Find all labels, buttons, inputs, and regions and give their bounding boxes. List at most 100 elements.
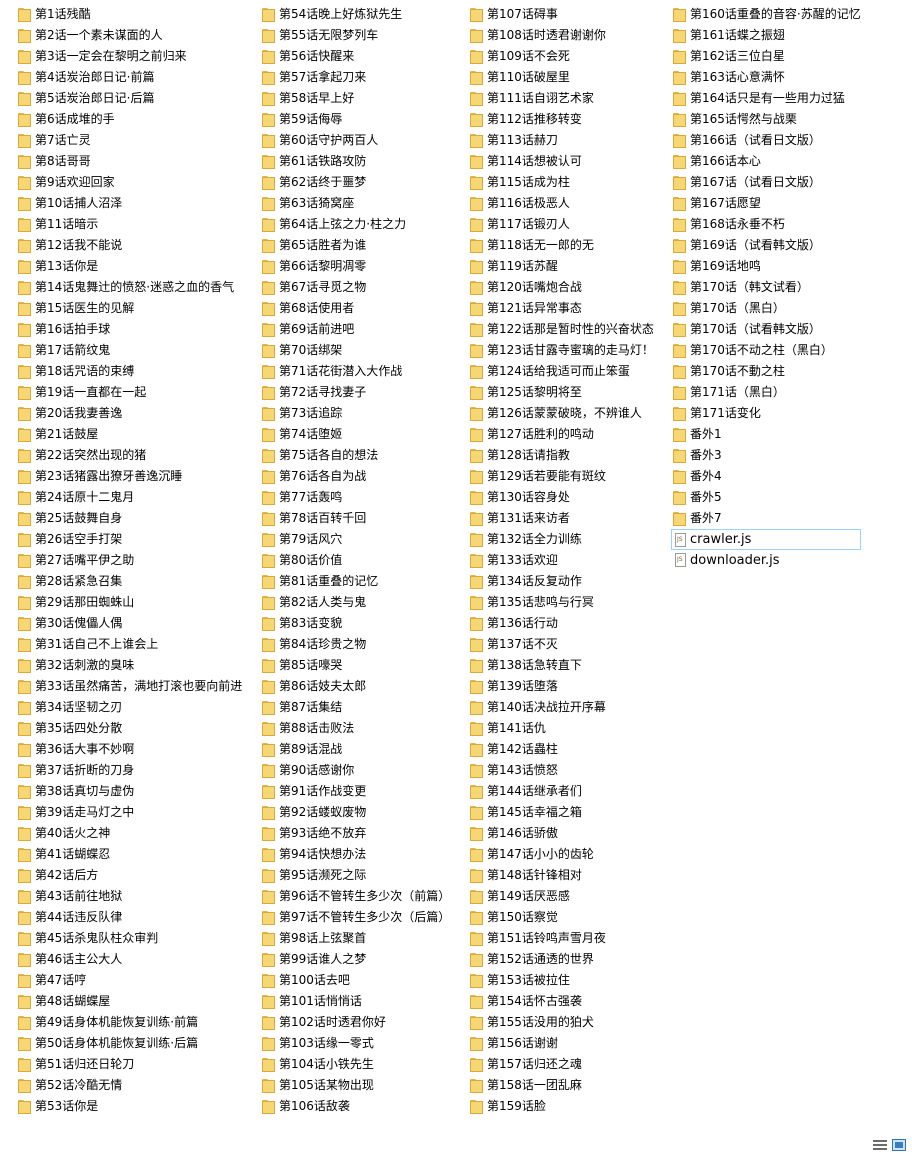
folder-item[interactable]: 第64话上弦之力·柱之力: [262, 214, 450, 235]
large-icons-view-icon[interactable]: [892, 1139, 906, 1151]
folder-item[interactable]: 第33话虽然痛苦，满地打滚也要向前进: [18, 676, 242, 697]
folder-item[interactable]: 第22话突然出现的猪: [18, 445, 242, 466]
folder-item[interactable]: 第41话蝴蝶忍: [18, 844, 242, 865]
folder-item[interactable]: 第17话箭纹鬼: [18, 340, 242, 361]
folder-item[interactable]: 第106话敌袭: [262, 1096, 450, 1117]
folder-item[interactable]: 第160话重叠的音容·苏醒的记忆: [673, 4, 861, 25]
folder-item[interactable]: 第66话黎明凋零: [262, 256, 450, 277]
folder-item[interactable]: 第37话折断的刀身: [18, 760, 242, 781]
folder-item[interactable]: 第88话击败法: [262, 718, 450, 739]
folder-item[interactable]: 第72话寻找妻子: [262, 382, 450, 403]
folder-item[interactable]: 第65话胜者为谁: [262, 235, 450, 256]
folder-item[interactable]: 第84话珍贵之物: [262, 634, 450, 655]
folder-item[interactable]: 第63话猗窝座: [262, 193, 450, 214]
folder-item[interactable]: 第44话违反队律: [18, 907, 242, 928]
folder-item[interactable]: 第120话嘴炮合战: [470, 277, 654, 298]
folder-item[interactable]: 第48话蝴蝶屋: [18, 991, 242, 1012]
folder-item[interactable]: 第15话医生的见解: [18, 298, 242, 319]
folder-item[interactable]: 第167话（试看日文版）: [673, 172, 861, 193]
folder-item[interactable]: 第91话作战变更: [262, 781, 450, 802]
folder-item[interactable]: 第170话不动之柱（黑白）: [673, 340, 861, 361]
folder-item[interactable]: 第57话拿起刀来: [262, 67, 450, 88]
folder-item[interactable]: 第71话花街潜入大作战: [262, 361, 450, 382]
folder-item[interactable]: 第20话我妻善逸: [18, 403, 242, 424]
folder-item[interactable]: 第119话苏醒: [470, 256, 654, 277]
folder-item[interactable]: 第167话愿望: [673, 193, 861, 214]
folder-item[interactable]: 第108话时透君谢谢你: [470, 25, 654, 46]
folder-item[interactable]: 第152话通透的世界: [470, 949, 654, 970]
folder-item[interactable]: 第36话大事不妙啊: [18, 739, 242, 760]
folder-item[interactable]: 第14话鬼舞辻的愤怒·迷惑之血的香气: [18, 277, 242, 298]
folder-item[interactable]: 第28话紧急召集: [18, 571, 242, 592]
folder-item[interactable]: 第136话行动: [470, 613, 654, 634]
folder-item[interactable]: 第113话赫刀: [470, 130, 654, 151]
folder-item[interactable]: 第148话针锋相对: [470, 865, 654, 886]
folder-item[interactable]: 第16话拍手球: [18, 319, 242, 340]
folder-item[interactable]: 第156话谢谢: [470, 1033, 654, 1054]
folder-item[interactable]: 第34话坚韧之刃: [18, 697, 242, 718]
folder-item[interactable]: 第9话欢迎回家: [18, 172, 242, 193]
folder-item[interactable]: 第83话变貌: [262, 613, 450, 634]
folder-item[interactable]: 第10话捕人沼泽: [18, 193, 242, 214]
folder-item[interactable]: 第102话时透君你好: [262, 1012, 450, 1033]
folder-item[interactable]: 第103话缘一零式: [262, 1033, 450, 1054]
folder-item[interactable]: 第90话感谢你: [262, 760, 450, 781]
folder-item[interactable]: 第74话堕姬: [262, 424, 450, 445]
folder-item[interactable]: 第109话不会死: [470, 46, 654, 67]
folder-item[interactable]: 第118话无一郎的无: [470, 235, 654, 256]
folder-item[interactable]: 第93话绝不放弃: [262, 823, 450, 844]
folder-item[interactable]: 第101话悄悄话: [262, 991, 450, 1012]
folder-item[interactable]: 第31话自己不上谁会上: [18, 634, 242, 655]
folder-item[interactable]: 第128话请指教: [470, 445, 654, 466]
file-item[interactable]: JS downloader.js: [673, 550, 861, 571]
folder-item[interactable]: 第54话晚上好炼狱先生: [262, 4, 450, 25]
folder-item[interactable]: 第53话你是: [18, 1096, 242, 1117]
folder-item[interactable]: 第23话猪露出獠牙善逸沉睡: [18, 466, 242, 487]
folder-item[interactable]: 第129话若要能有斑纹: [470, 466, 654, 487]
folder-item[interactable]: 第30话傀儡人偶: [18, 613, 242, 634]
folder-item[interactable]: 第123话甘露寺蜜璃的走马灯！: [470, 340, 654, 361]
folder-item[interactable]: 第134话反复动作: [470, 571, 654, 592]
folder-item[interactable]: 第163话心意满怀: [673, 67, 861, 88]
folder-item[interactable]: 第59话侮辱: [262, 109, 450, 130]
folder-item[interactable]: 第61话铁路攻防: [262, 151, 450, 172]
folder-item[interactable]: 番外3: [673, 445, 861, 466]
folder-item[interactable]: 第45话杀鬼队柱众审判: [18, 928, 242, 949]
folder-item[interactable]: 第161话蝶之振翅: [673, 25, 861, 46]
folder-item[interactable]: 第170话（黑白）: [673, 298, 861, 319]
folder-item[interactable]: 第133话欢迎: [470, 550, 654, 571]
folder-item[interactable]: 第58话早上好: [262, 88, 450, 109]
folder-item[interactable]: 第2话一个素未谋面的人: [18, 25, 242, 46]
folder-item[interactable]: 第62话终于噩梦: [262, 172, 450, 193]
folder-item[interactable]: 第47话哼: [18, 970, 242, 991]
folder-item[interactable]: 第165话愕然与战栗: [673, 109, 861, 130]
folder-item[interactable]: 第7话亡灵: [18, 130, 242, 151]
folder-item[interactable]: 第19话一直都在一起: [18, 382, 242, 403]
folder-item[interactable]: 第137话不灭: [470, 634, 654, 655]
folder-item[interactable]: 第147话小小的齿轮: [470, 844, 654, 865]
folder-item[interactable]: 第171话（黑白）: [673, 382, 861, 403]
folder-item[interactable]: 第69话前进吧: [262, 319, 450, 340]
folder-item[interactable]: 第138话急转直下: [470, 655, 654, 676]
folder-item[interactable]: 第107话碍事: [470, 4, 654, 25]
folder-item[interactable]: 第38话真切与虚伪: [18, 781, 242, 802]
folder-item[interactable]: 第8话哥哥: [18, 151, 242, 172]
folder-item[interactable]: 第139话堕落: [470, 676, 654, 697]
folder-item[interactable]: 第13话你是: [18, 256, 242, 277]
folder-item[interactable]: 第142话蟲柱: [470, 739, 654, 760]
folder-item[interactable]: 第149话厌恶感: [470, 886, 654, 907]
folder-item[interactable]: 第6话成堆的手: [18, 109, 242, 130]
folder-item[interactable]: 第81话重叠的记忆: [262, 571, 450, 592]
folder-item[interactable]: 第171话变化: [673, 403, 861, 424]
folder-item[interactable]: 第124话给我适可而止笨蛋: [470, 361, 654, 382]
folder-item[interactable]: 第115话成为柱: [470, 172, 654, 193]
folder-item[interactable]: 番外5: [673, 487, 861, 508]
folder-item[interactable]: 第80话价值: [262, 550, 450, 571]
folder-item[interactable]: 第42话后方: [18, 865, 242, 886]
folder-item[interactable]: 第94话快想办法: [262, 844, 450, 865]
folder-item[interactable]: 第110话破屋里: [470, 67, 654, 88]
folder-item[interactable]: 第170话（试看韩文版）: [673, 319, 861, 340]
folder-item[interactable]: 第26话空手打架: [18, 529, 242, 550]
folder-item[interactable]: 第146话骄傲: [470, 823, 654, 844]
folder-item[interactable]: 第46话主公大人: [18, 949, 242, 970]
